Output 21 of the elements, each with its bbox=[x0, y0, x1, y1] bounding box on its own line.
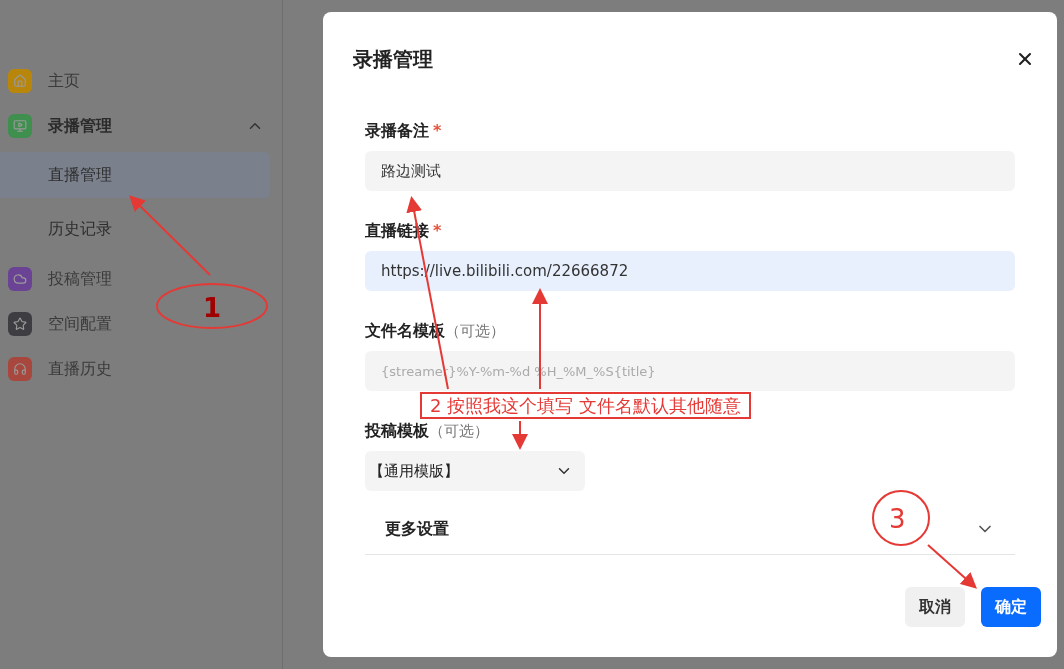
sidebar-subitem[interactable]: 直播管理 bbox=[0, 152, 270, 198]
required-mark: * bbox=[433, 120, 442, 142]
field-label: 录播备注 bbox=[365, 120, 429, 142]
confirm-button[interactable]: 确定 bbox=[981, 587, 1041, 627]
dialog-title: 录播管理 bbox=[353, 46, 433, 73]
optional-hint: （可选） bbox=[429, 420, 489, 442]
annotation-number: 3 bbox=[889, 503, 906, 536]
sidebar-item[interactable]: 空间配置 bbox=[0, 301, 128, 346]
field-label: 投稿模板 bbox=[365, 420, 429, 442]
input-field[interactable]: 路边测试 bbox=[365, 151, 1015, 191]
sidebar-item[interactable]: 投稿管理 bbox=[0, 256, 128, 301]
template-select[interactable]: 【通用模版】 bbox=[365, 451, 585, 491]
sidebar-item[interactable]: 录播管理 bbox=[0, 103, 282, 148]
annotation-number: 1 bbox=[203, 292, 222, 325]
annotation-callout: 2 按照我这个填写 文件名默认其他随意 bbox=[420, 392, 751, 420]
required-mark: * bbox=[433, 220, 442, 242]
sidebar-subitem[interactable]: 历史记录 bbox=[0, 206, 270, 252]
cancel-button[interactable]: 取消 bbox=[905, 587, 965, 627]
sidebar-item[interactable]: 直播历史 bbox=[0, 346, 128, 391]
sidebar-item[interactable]: 主页 bbox=[0, 58, 96, 103]
optional-hint: （可选） bbox=[445, 320, 505, 342]
